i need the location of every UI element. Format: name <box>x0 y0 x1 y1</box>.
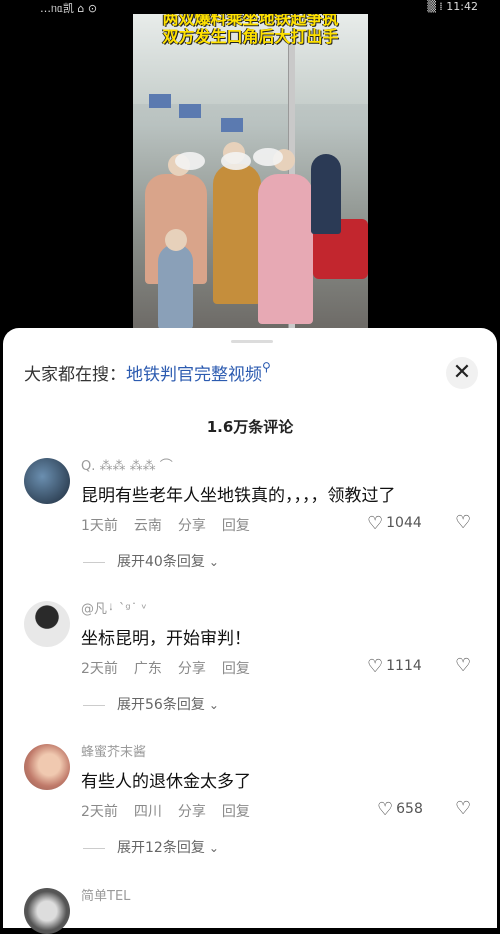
close-button[interactable]: ✕ <box>446 357 478 389</box>
like-button[interactable]: ♡ 1044 <box>367 513 422 534</box>
heart-icon: ♡ <box>367 656 384 677</box>
video-person <box>213 164 261 304</box>
comment-time: 2天前 <box>81 804 118 820</box>
comment-location: 广东 <box>133 661 162 677</box>
share-button[interactable]: 分享 <box>178 804 206 820</box>
video-sign <box>221 118 243 132</box>
search-hint: 大家都在搜： <box>24 365 126 385</box>
reply-button[interactable]: 回复 <box>222 661 250 677</box>
heart-icon: ♡ <box>377 799 394 820</box>
comment-time: 2天前 <box>81 661 118 677</box>
video-person <box>158 244 193 329</box>
comment-meta: 1天前 云南 分享 回复 <box>81 515 266 535</box>
expand-label: 展开12条回复 <box>117 840 205 856</box>
status-left: …ᥒᥲ凯 ⌂ ⊙ <box>40 2 98 15</box>
video-head <box>165 229 187 251</box>
like-button[interactable]: ♡ 658 <box>377 799 423 820</box>
share-button[interactable]: 分享 <box>178 661 206 677</box>
video-caption: 两双爆料乘坐地铁起争执 双方发生口角后大打出手 <box>133 14 368 46</box>
avatar[interactable] <box>24 888 70 934</box>
comment-username[interactable]: Q. ⁂⁂ ⁂⁂ ⌒ <box>81 455 173 474</box>
like-button[interactable]: ♡ 1114 <box>367 656 422 677</box>
avatar[interactable] <box>24 744 70 790</box>
expand-replies[interactable]: 展开56条回复 ⌄ <box>83 694 219 714</box>
expand-replies[interactable]: 展开40条回复 ⌄ <box>83 551 219 571</box>
video-player[interactable]: 两双爆料乘坐地铁起争执 双方发生口角后大打出手 <box>133 14 368 330</box>
comment-location: 云南 <box>133 518 162 534</box>
comment-username[interactable]: 简单TEL <box>81 885 130 904</box>
broken-heart-icon[interactable]: ♡ <box>455 798 471 819</box>
comment-location: 四川 <box>133 804 162 820</box>
caption-line-1: 两双爆料乘坐地铁起争执 <box>162 14 339 28</box>
avatar[interactable] <box>24 601 70 647</box>
video-sign <box>179 104 201 118</box>
like-count: 1044 <box>386 515 422 531</box>
comment-username[interactable]: @凡ᛍ ˋᵍ˙ ᵛ <box>81 598 147 617</box>
search-suggestion[interactable]: 大家都在搜：地铁判官完整视频⚲ <box>24 360 271 385</box>
video-person <box>258 174 313 324</box>
caption-line-2: 双方发生口角后大打出手 <box>162 27 339 46</box>
face-blur <box>175 152 205 170</box>
face-blur <box>253 148 283 166</box>
status-right: ▒ ⁞ 11:42 <box>427 0 478 13</box>
video-sign <box>149 94 171 108</box>
broken-heart-icon[interactable]: ♡ <box>455 512 471 533</box>
search-icon: ⚲ <box>262 360 271 374</box>
video-area[interactable]: …ᥒᥲ凯 ⌂ ⊙ ▒ ⁞ 11:42 两双爆料乘坐地铁起争执 双方发生口角后大打… <box>0 0 500 340</box>
like-count: 658 <box>396 801 423 817</box>
comment-text: 坐标昆明，开始审判！ <box>81 629 251 649</box>
reply-button[interactable]: 回复 <box>222 518 250 534</box>
expand-label: 展开40条回复 <box>117 554 205 570</box>
comment-meta: 2天前 四川 分享 回复 <box>81 801 266 821</box>
comment-text: 有些人的退休金太多了 <box>81 772 251 792</box>
search-keyword[interactable]: 地铁判官完整视频 <box>126 365 262 385</box>
face-blur <box>221 152 251 170</box>
expand-label: 展开56条回复 <box>117 697 205 713</box>
divider <box>83 704 105 706</box>
expand-replies[interactable]: 展开12条回复 ⌄ <box>83 837 219 857</box>
comment-count: 1.6万条评论 <box>206 418 294 436</box>
status-bar: …ᥒᥲ凯 ⌂ ⊙ ▒ ⁞ 11:42 <box>0 0 500 15</box>
comment-meta: 2天前 广东 分享 回复 <box>81 658 266 678</box>
chevron-down-icon: ⌄ <box>208 841 219 855</box>
drag-handle[interactable] <box>231 340 273 343</box>
like-count: 1114 <box>386 658 422 674</box>
comment-text: 昆明有些老年人坐地铁真的，，，，领教过了 <box>81 486 396 506</box>
broken-heart-icon[interactable]: ♡ <box>455 655 471 676</box>
chevron-down-icon: ⌄ <box>208 555 219 569</box>
reply-button[interactable]: 回复 <box>222 804 250 820</box>
divider <box>83 847 105 849</box>
comment-time: 1天前 <box>81 518 118 534</box>
comment-sheet: 大家都在搜：地铁判官完整视频⚲ ✕ 1.6万条评论 Q. ⁂⁂ ⁂⁂ ⌒ 昆明有… <box>3 328 497 934</box>
chevron-down-icon: ⌄ <box>208 698 219 712</box>
comment-username[interactable]: 蜂蜜芥末酱 <box>81 741 146 760</box>
video-person <box>311 154 341 234</box>
divider <box>83 561 105 563</box>
share-button[interactable]: 分享 <box>178 518 206 534</box>
heart-icon: ♡ <box>367 513 384 534</box>
avatar[interactable] <box>24 458 70 504</box>
